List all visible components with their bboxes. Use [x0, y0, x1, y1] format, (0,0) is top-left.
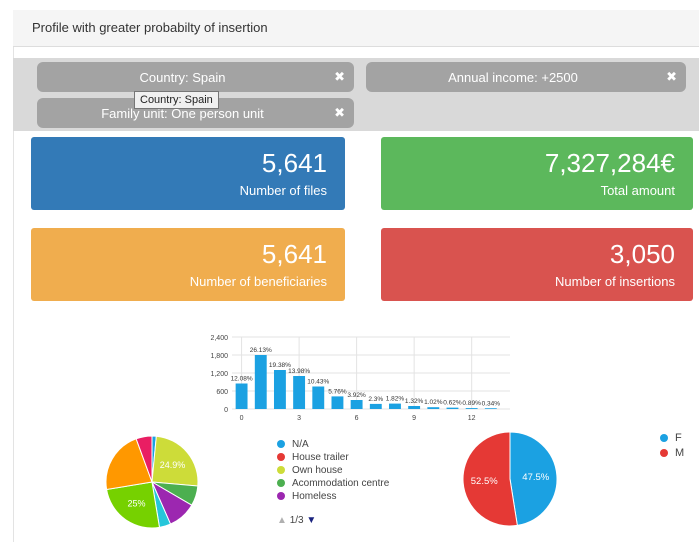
legend-swatch [277, 479, 285, 488]
bar-data-label: 5.76% [328, 388, 347, 395]
x-tick-label: 6 [355, 415, 359, 422]
stat-value: 5,641 [261, 148, 327, 178]
bar[interactable] [293, 376, 306, 409]
legend-item[interactable]: F [660, 431, 684, 446]
stat-label: Total amount [600, 183, 675, 198]
legend-label: Own house [292, 465, 343, 476]
legend-swatch [660, 449, 668, 458]
arrow-down-icon[interactable]: ▼ [306, 515, 316, 526]
x-tick-label: 9 [412, 415, 416, 422]
bar-data-label: 26.13% [250, 347, 272, 354]
bar-data-label: 12.08% [231, 376, 253, 383]
stat-value: 3,050 [609, 239, 675, 269]
legend-label: M [675, 447, 685, 459]
y-tick-label: 0 [224, 407, 228, 414]
y-tick-label: 600 [216, 389, 228, 396]
close-icon[interactable]: ✖ [334, 105, 345, 121]
legend-item[interactable]: Homeless [277, 490, 389, 503]
x-tick-label: 0 [240, 415, 244, 422]
stat-number-of-beneficiaries: 5,641 Number of beneficiaries [31, 228, 345, 301]
bar-data-label: 13.98% [288, 368, 310, 375]
legend-swatch [277, 492, 285, 501]
filter-chip-income[interactable]: Annual income: +2500 ✖ [366, 62, 686, 92]
legend-swatch [277, 453, 285, 462]
bar[interactable] [446, 407, 459, 409]
bar[interactable] [427, 407, 440, 409]
pie-slice-label: 25% [127, 499, 145, 509]
legend-pager: ▲ 1/3 ▼ [277, 515, 316, 526]
legend-label: N/A [292, 439, 309, 450]
bar-data-label: 1.32% [405, 398, 424, 405]
bar[interactable] [408, 406, 421, 409]
tooltip: Country: Spain [134, 91, 219, 109]
stat-number-of-files: 5,641 Number of files [31, 137, 345, 210]
bar-chart: 06001,2001,8002,4000 3 6 9 1212.08%26.13%19.… [210, 335, 510, 422]
y-tick-label: 1,200 [210, 371, 228, 378]
legend-label: Homeless [292, 491, 337, 502]
stat-number-of-insertions: 3,050 Number of insertions [381, 228, 693, 301]
legend-gender: FM [660, 431, 684, 461]
stat-label: Number of beneficiaries [189, 274, 327, 289]
legend-pager-text: 1/3 [289, 515, 304, 526]
bar[interactable] [350, 400, 363, 409]
bar-data-label: 0.62% [443, 400, 462, 407]
legend-swatch [277, 440, 285, 449]
bar[interactable] [484, 408, 497, 409]
bar[interactable] [235, 383, 248, 410]
close-icon[interactable]: ✖ [666, 69, 677, 85]
pie-chart-housing: 24.9% 25% [105, 435, 199, 529]
stat-total-amount: 7,327,284€ Total amount [381, 137, 693, 210]
panel-header: Profile with greater probabilty of inser… [13, 10, 699, 47]
legend-label: House trailer [292, 452, 349, 463]
close-icon[interactable]: ✖ [334, 69, 345, 85]
stat-label: Number of insertions [555, 274, 675, 289]
legend-item[interactable]: Own house [277, 464, 389, 477]
bar-data-label: 1.82% [386, 396, 405, 403]
bar-data-label: 1.02% [424, 399, 443, 406]
filter-chip-label: Country: Spain [139, 70, 226, 85]
bar-data-label: 0.34% [482, 400, 501, 407]
bar[interactable] [331, 396, 344, 409]
stat-value: 5,641 [261, 239, 327, 269]
legend-item[interactable]: N/A [277, 438, 389, 451]
pie-slice-label: 24.9% [160, 460, 186, 470]
x-tick-label: 3 [297, 415, 301, 422]
legend-item[interactable]: Acommodation centre [277, 477, 389, 490]
legend-housing: N/A House trailer Own house Acommodation ce… [277, 438, 389, 503]
bar-data-label: 0.89% [462, 400, 481, 407]
bar[interactable] [273, 370, 286, 409]
panel-title: Profile with greater probabilty of inser… [32, 20, 268, 35]
filter-chip-label: Annual income: +2500 [448, 70, 578, 85]
bar[interactable] [312, 386, 325, 410]
pie-chart-gender: 47.5% 52.5% [462, 431, 558, 527]
stat-value: 7,327,284€ [544, 148, 675, 178]
stat-label: Number of files [239, 183, 327, 198]
bar-data-label: 2.3% [368, 396, 383, 403]
bar-data-label: 3.92% [347, 392, 366, 399]
bar-data-label: 10.43% [307, 379, 329, 386]
legend-swatch [277, 466, 285, 475]
y-tick-label: 2,400 [210, 335, 228, 342]
bar[interactable] [465, 408, 478, 409]
legend-label: F [675, 432, 682, 444]
x-tick-label: 12 [468, 415, 476, 422]
legend-item[interactable]: M [660, 446, 684, 461]
bar[interactable] [254, 355, 267, 409]
bar[interactable] [369, 403, 382, 409]
bar[interactable] [389, 403, 401, 409]
arrow-up-icon[interactable]: ▲ [277, 515, 287, 526]
legend-label: Acommodation centre [292, 478, 390, 489]
legend-swatch [660, 434, 668, 443]
filter-chip-country[interactable]: Country: Spain ✖ [37, 62, 354, 92]
y-tick-label: 1,800 [210, 353, 228, 360]
pie-slice-label: 47.5% [522, 472, 549, 483]
legend-item[interactable]: House trailer [277, 451, 389, 464]
pie-slice-label: 52.5% [471, 476, 498, 487]
